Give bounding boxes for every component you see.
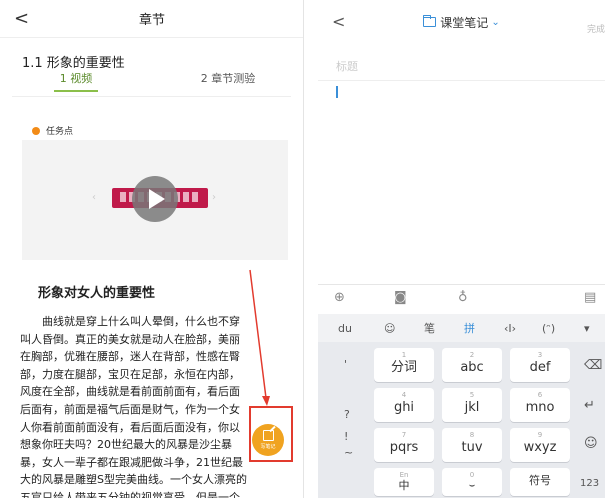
plus-icon[interactable]: ⊕ (334, 290, 345, 305)
paragraph-line: 叫人昏倒。真正的美女就是动人在脸部，美丽 (20, 332, 240, 346)
play-button-icon[interactable] (132, 176, 178, 222)
edit-note-icon (262, 430, 274, 441)
paragraph-line: 风度在全部，曲线就是看前面前面有，看后面 (20, 385, 240, 399)
key-2[interactable]: 2 abc (442, 348, 502, 382)
note-title-input[interactable]: 标题 (336, 58, 358, 74)
video-next-icon: › (212, 192, 216, 203)
paragraph-line: 在胸部，优雅在腰部，迷人在背部，性感在臀 (20, 350, 240, 364)
video-player[interactable]: ‹ › (22, 140, 288, 260)
microphone-icon[interactable]: ♁ (458, 290, 468, 305)
note-header: < 课堂笔记 ⌄ 完成 (318, 0, 605, 44)
chapter-header: < 章节 (0, 0, 303, 38)
keyboard-logo-icon[interactable]: du (338, 322, 352, 335)
key-1[interactable]: 1 分词 (374, 348, 434, 382)
exclaim-key[interactable]: ! (344, 430, 348, 443)
paragraph-line: 曲线就是穿上什么叫人晕倒，什么也不穿 (42, 315, 240, 328)
write-note-label: 写笔记 (260, 444, 276, 450)
tab-video[interactable]: 1 视频 (0, 70, 152, 94)
write-note-button[interactable]: 写笔记 (252, 424, 284, 456)
notebook-selector[interactable]: 课堂笔记 ⌄ (423, 14, 500, 31)
cursor-move-icon[interactable]: ‹I› (504, 322, 516, 335)
section-title: 1.1 形象的重要性 (22, 56, 125, 71)
task-point-badge: 任务点 (32, 124, 73, 137)
tilde-key[interactable]: ~ (344, 446, 353, 459)
apostrophe-key[interactable]: ' (344, 358, 347, 371)
video-prev-icon: ‹ (92, 192, 96, 203)
screenshot: < 章节 1.1 形象的重要性 1 视频 2 章节测验 任务点 ‹ › 形象对女… (0, 0, 605, 498)
folder-icon (423, 15, 437, 27)
divider (12, 96, 291, 97)
tab-chapter-quiz[interactable]: 2 章节测验 (152, 70, 303, 94)
key-9[interactable]: 9 wxyz (510, 428, 570, 462)
task-point-label: 任务点 (46, 127, 74, 137)
page-title: 章节 (138, 13, 165, 28)
keyboard-toolbar: du ☺ 笔 拼 ‹I› (ᵔ) ▾ (318, 314, 605, 342)
emoticon-icon[interactable]: (ᵔ) (542, 322, 555, 335)
back-button[interactable]: < (332, 14, 345, 30)
task-dot-icon (32, 126, 40, 135)
backspace-icon[interactable]: ⌫ (584, 358, 602, 373)
done-button[interactable]: 完成 (587, 22, 605, 35)
key-8[interactable]: 8 tuv (442, 428, 502, 462)
key-5[interactable]: 5 jkl (442, 388, 502, 422)
key-4[interactable]: 4 ghi (374, 388, 434, 422)
space-key[interactable]: 0 ⌣ (442, 468, 502, 496)
emoji-key-icon[interactable]: ☺ (584, 436, 598, 451)
paragraph-line: 部，力度在腿部，宝贝在足部，永恒在内部， (20, 367, 240, 381)
keyboard-icon[interactable]: ▤ (584, 290, 596, 305)
note-editor-screen: < 课堂笔记 ⌄ 完成 标题 ⊕ ◙ ♁ ▤ du ☺ 笔 拼 ‹I› (ᵔ) (318, 0, 605, 498)
pinyin-key[interactable]: 拼 (464, 320, 475, 336)
question-key[interactable]: ? (344, 408, 350, 421)
back-button[interactable]: < (14, 10, 29, 28)
emoji-icon[interactable]: ☺ (384, 322, 395, 335)
keyboard: du ☺ 笔 拼 ‹I› (ᵔ) ▾ ' ? ! ~ 1 分词 2 abc 3 def… (318, 314, 605, 498)
key-7[interactable]: 7 pqrs (374, 428, 434, 462)
camera-icon[interactable]: ◙ (394, 290, 407, 305)
key-chinese[interactable]: En 中 (374, 468, 434, 496)
chevron-down-icon: ⌄ (491, 16, 500, 28)
hide-keyboard-icon[interactable]: ▾ (584, 322, 590, 335)
numeric-key[interactable]: 123 (580, 478, 599, 489)
paragraph-line: 五官只给人带来五分钟的视觉享受，但是一个 (20, 490, 240, 498)
key-3[interactable]: 3 def (510, 348, 570, 382)
chapter-tabs: 1 视频 2 章节测验 (0, 70, 303, 94)
article-heading: 形象对女人的重要性 (38, 286, 156, 301)
paragraph-line: 大的风暴是雕塑S型完美曲线。一个女人漂亮的 (20, 473, 247, 487)
key-6[interactable]: 6 mno (510, 388, 570, 422)
editor-toolbar: ⊕ ◙ ♁ ▤ (318, 284, 605, 312)
enter-icon[interactable]: ↵ (584, 398, 595, 413)
handwriting-key[interactable]: 笔 (424, 320, 435, 336)
course-chapter-screen: < 章节 1.1 形象的重要性 1 视频 2 章节测验 任务点 ‹ › 形象对女… (0, 0, 304, 498)
divider (318, 80, 605, 81)
text-cursor[interactable] (336, 86, 338, 98)
symbol-key[interactable]: 符号 (510, 468, 570, 496)
notebook-name: 课堂笔记 (440, 15, 489, 30)
